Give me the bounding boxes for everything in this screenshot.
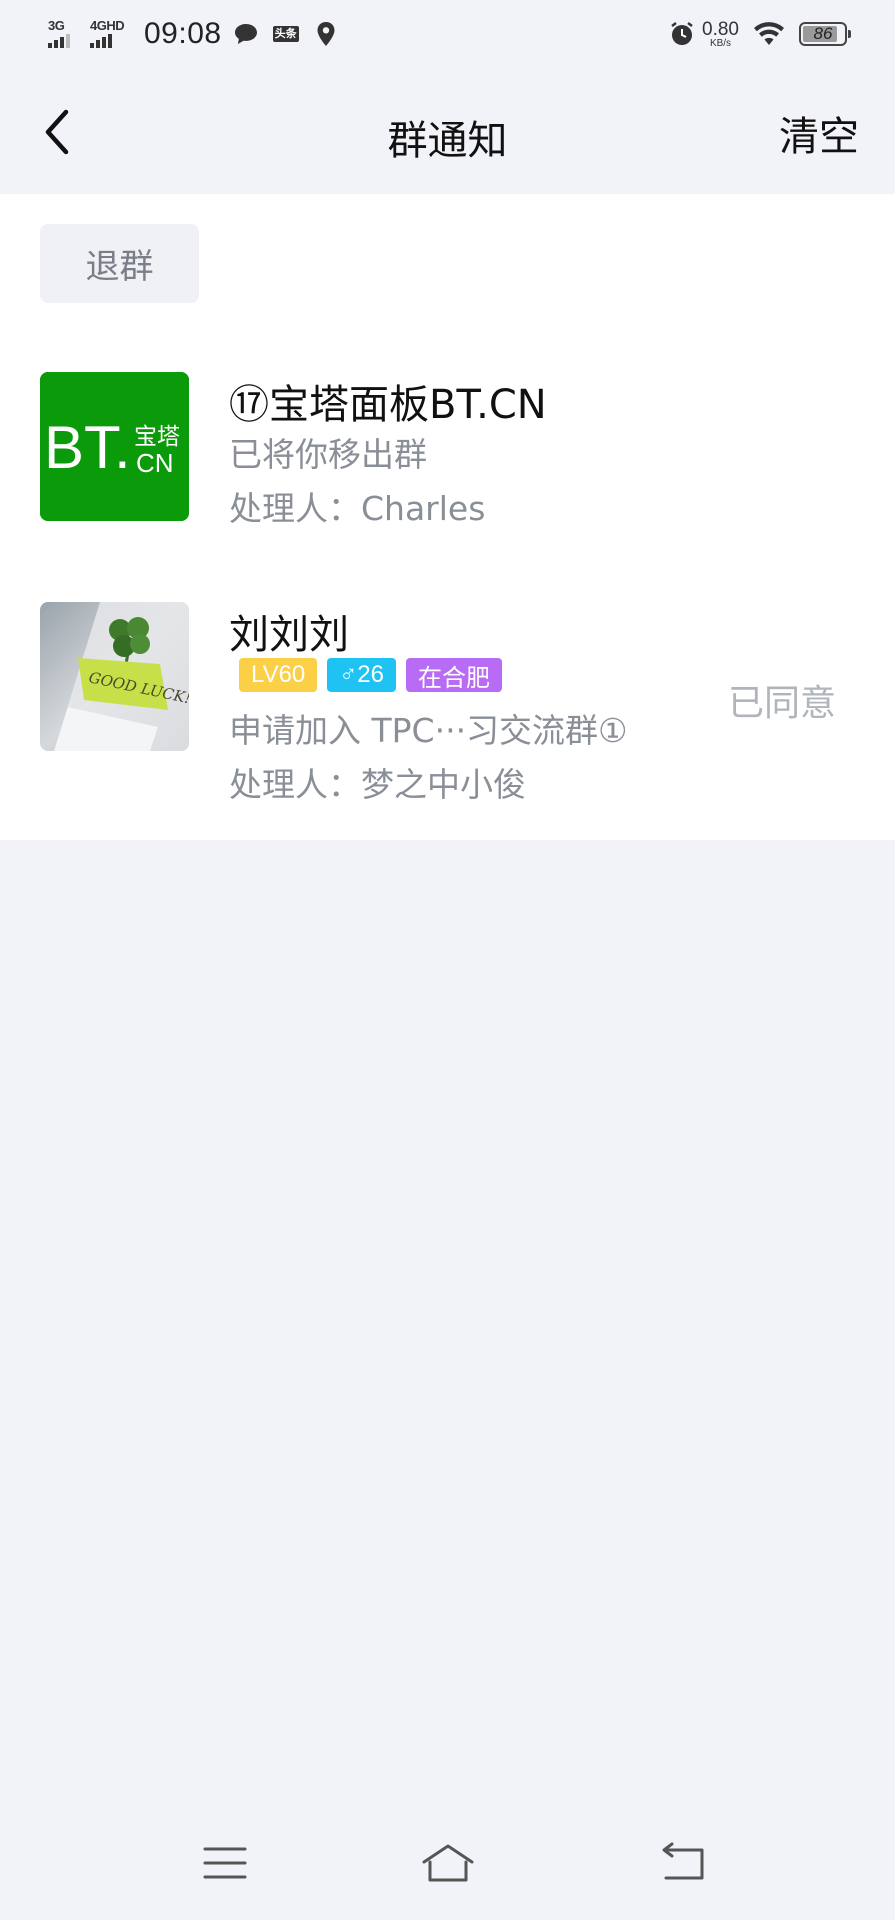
network-4g-label: 4GHD [90, 18, 125, 33]
bt-logo: BT. 宝塔 CN [40, 372, 189, 521]
speed-unit: KB/s [709, 37, 732, 49]
handler-text: 处理人：梦之中小俊 [229, 765, 526, 804]
system-navigation-bar [0, 1810, 895, 1920]
status-left: 3G 4GHD 09:08 头条 [48, 14, 352, 54]
location-icon [312, 20, 340, 48]
clock: 09:08 [144, 17, 222, 50]
signal-4g-icon: 4GHD [90, 18, 130, 50]
status-label: 已同意 [727, 683, 836, 724]
speed-value: 0.80 [702, 18, 739, 40]
toutiao-icon: 头条 [272, 20, 300, 48]
home-icon[interactable] [418, 1838, 478, 1888]
alarm-icon [668, 20, 696, 48]
clover-photo: GOOD LUCK! [40, 602, 189, 751]
filter-chip-quit-group[interactable]: 退群 [40, 224, 199, 303]
back-icon[interactable] [652, 1838, 712, 1888]
toutiao-badge: 头条 [272, 26, 299, 42]
battery-icon: 86 [799, 22, 851, 46]
network-3g-label: 3G [48, 18, 65, 33]
menu-icon[interactable] [195, 1838, 255, 1888]
notification-message: 已将你移出群 [229, 435, 427, 474]
status-right: 0.80 KB/s 86 [668, 16, 851, 52]
page-title: 群通知 [387, 118, 508, 164]
clear-button[interactable]: 清空 [779, 104, 859, 162]
notification-item[interactable]: BT. 宝塔 CN ⑰宝塔面板BT.CN 已将你移出群 处理人：Charles [0, 372, 895, 542]
user-tag: 在合肥 [405, 658, 502, 692]
user-avatar: GOOD LUCK! [40, 602, 189, 751]
notification-item[interactable]: GOOD LUCK! 刘刘刘 LV60 ♂26 在合肥 申请加入 TPC···习交流… [0, 602, 895, 812]
group-name: ⑰宝塔面板BT.CN [229, 382, 547, 428]
user-tag: ♂26 [327, 658, 396, 692]
battery-percent: 86 [813, 24, 833, 43]
status-bar: 3G 4GHD 09:08 头条 0.80 KB/s 86 [0, 0, 895, 70]
notification-panel: 退群 BT. 宝塔 CN ⑰宝塔面板BT.CN 已将你移出群 处理人：Charl… [0, 194, 895, 840]
group-avatar: BT. 宝塔 CN [40, 372, 189, 521]
handler-text: 处理人：Charles [229, 489, 486, 528]
navigation-bar: 群通知 清空 [0, 70, 895, 194]
signal-3g-icon: 3G [48, 18, 82, 50]
notification-message: 申请加入 TPC···习交流群① [229, 711, 628, 750]
message-bubble-icon [232, 20, 260, 48]
user-tag: LV60 [239, 658, 318, 692]
wifi-icon [753, 20, 785, 48]
user-tags: LV60 ♂26 在合肥 [239, 658, 502, 692]
logo-text-main: BT. [44, 414, 131, 481]
user-name: 刘刘刘 [229, 612, 349, 658]
logo-text-top: 宝塔 [134, 424, 180, 450]
network-speed: 0.80 KB/s [702, 20, 739, 49]
logo-text-bottom: CN [136, 448, 174, 478]
